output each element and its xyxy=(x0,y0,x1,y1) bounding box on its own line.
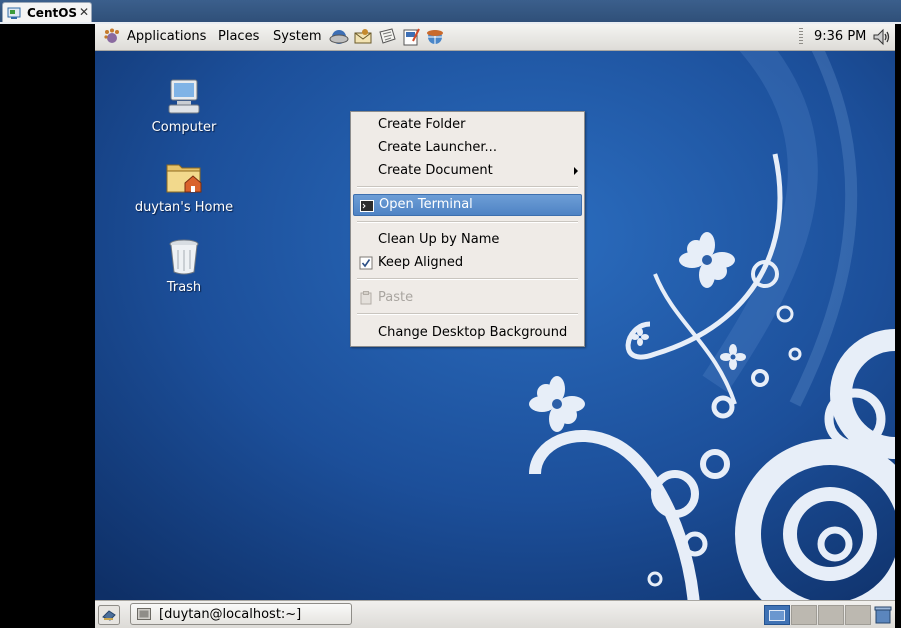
show-desktop-icon[interactable] xyxy=(98,605,120,625)
desktop-icon-label: Computer xyxy=(151,120,217,135)
workspace-window-thumbnail xyxy=(769,610,785,621)
host-tab-bar: CentOS ✕ xyxy=(0,0,901,23)
menu-item-clean-up-by-name[interactable]: Clean Up by Name xyxy=(353,229,582,251)
menu-item-create-folder[interactable]: Create Folder xyxy=(353,114,582,136)
menu-item-open-terminal[interactable]: Open Terminal xyxy=(353,194,582,216)
notes-icon[interactable] xyxy=(377,27,397,47)
menu-separator xyxy=(357,313,578,315)
desktop-context-menu: Create Folder Create Launcher... Create … xyxy=(350,111,585,347)
home-folder-icon xyxy=(166,164,202,193)
clock[interactable]: 9:36 PM xyxy=(814,29,866,44)
network-icon[interactable] xyxy=(425,27,445,47)
trash-icon xyxy=(169,239,199,275)
taskbar-window-button[interactable]: [duytan@localhost:~] xyxy=(130,603,352,625)
email-client-icon[interactable] xyxy=(353,27,373,47)
paste-icon xyxy=(360,291,372,305)
menu-item-label: Paste xyxy=(378,290,414,305)
web-browser-icon[interactable] xyxy=(329,27,349,47)
menu-item-create-document[interactable]: Create Document xyxy=(353,160,582,182)
volume-icon[interactable] xyxy=(871,27,891,47)
menu-item-label: Keep Aligned xyxy=(378,255,464,270)
document-editor-icon[interactable] xyxy=(401,27,421,47)
places-menu[interactable]: Places xyxy=(218,29,259,44)
trash-applet-icon[interactable] xyxy=(873,605,893,625)
menu-separator xyxy=(357,221,578,223)
vm-icon xyxy=(7,7,21,19)
menu-item-label: Create Document xyxy=(378,163,493,178)
menu-separator xyxy=(357,278,578,280)
desktop-icon-label: Trash xyxy=(166,280,202,295)
desktop-icon-label: duytan's Home xyxy=(134,200,234,215)
menu-item-label: Change Desktop Background xyxy=(378,325,568,340)
menu-item-keep-aligned[interactable]: Keep Aligned xyxy=(353,252,582,274)
menu-separator xyxy=(357,186,578,188)
guest-screen: Applications Places System 9:36 PM Compu… xyxy=(95,24,895,628)
vm-tab-centos[interactable]: CentOS ✕ xyxy=(2,2,92,23)
desktop-icon-computer[interactable]: Computer xyxy=(124,76,244,135)
close-icon[interactable]: ✕ xyxy=(79,5,89,19)
workspace-1[interactable] xyxy=(764,605,790,625)
workspace-4[interactable] xyxy=(845,605,871,625)
bottom-panel: [duytan@localhost:~] xyxy=(95,600,895,628)
workspace-2[interactable] xyxy=(791,605,817,625)
terminal-icon xyxy=(360,200,374,212)
terminal-icon xyxy=(137,608,151,620)
top-panel: Applications Places System 9:36 PM xyxy=(95,24,895,51)
menu-item-change-background[interactable]: Change Desktop Background xyxy=(353,322,582,344)
menu-item-paste[interactable]: Paste xyxy=(353,287,582,309)
menu-item-label: Create Folder xyxy=(378,117,466,132)
desktop-icon-home[interactable]: duytan's Home xyxy=(124,156,244,215)
applications-menu[interactable]: Applications xyxy=(127,29,206,44)
checkbox-checked-icon xyxy=(359,256,373,270)
menu-item-create-launcher[interactable]: Create Launcher... xyxy=(353,137,582,159)
taskbar-window-label: [duytan@localhost:~] xyxy=(159,607,302,622)
workspace-3[interactable] xyxy=(818,605,844,625)
vm-tab-title: CentOS xyxy=(27,6,78,20)
panel-separator xyxy=(799,28,803,46)
menu-item-label: Open Terminal xyxy=(379,197,473,212)
system-menu[interactable]: System xyxy=(273,29,321,44)
menu-item-label: Clean Up by Name xyxy=(378,232,500,247)
computer-icon xyxy=(168,79,200,114)
submenu-arrow-icon xyxy=(574,167,578,175)
desktop-icon-trash[interactable]: Trash xyxy=(124,236,244,295)
gnome-foot-icon[interactable] xyxy=(103,28,121,46)
menu-item-label: Create Launcher... xyxy=(378,140,497,155)
